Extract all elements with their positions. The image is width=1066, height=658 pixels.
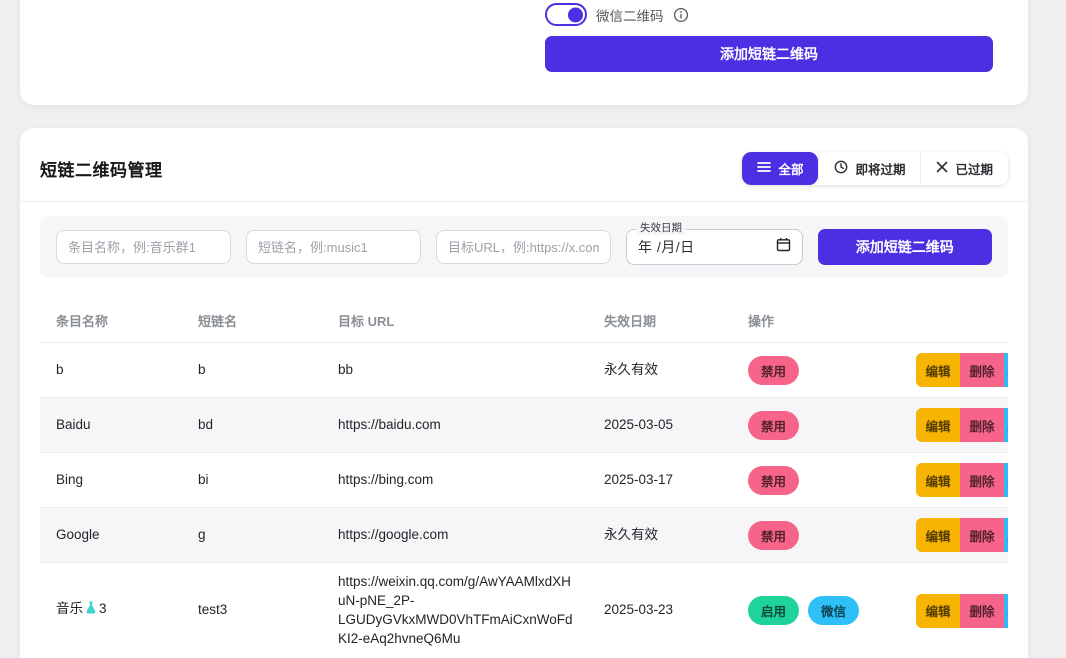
filter-tab-label: 已过期: [955, 159, 993, 178]
table-row: bbbb永久有效禁用编辑删除二维码: [40, 342, 1008, 397]
disable-button[interactable]: 禁用: [748, 411, 799, 440]
action-button-group: 编辑删除二维码: [916, 408, 1008, 442]
cell-status: 禁用: [732, 346, 900, 395]
add-shortlink-qr-button[interactable]: 添加短链二维码: [818, 229, 992, 265]
qr-table-body: bbbb永久有效禁用编辑删除二维码Baidubdhttps://baidu.co…: [40, 342, 1008, 658]
col-header-expiry: 失效日期: [588, 311, 732, 330]
action-button-group: 编辑删除二维码: [916, 353, 1008, 387]
clock-icon: [834, 160, 848, 177]
cell-actions: 编辑删除二维码: [900, 343, 1008, 397]
cell-status: 禁用: [732, 456, 900, 505]
filter-tab-label: 即将过期: [855, 159, 905, 178]
target-url-input[interactable]: [436, 230, 611, 264]
cell-shortlink-name: g: [182, 516, 322, 555]
qrcode-button[interactable]: 二维码: [1004, 408, 1008, 442]
info-icon[interactable]: [673, 7, 689, 23]
wechat-qr-toggle[interactable]: [545, 3, 587, 26]
edit-button[interactable]: 编辑: [916, 408, 960, 442]
x-icon: [936, 161, 948, 176]
col-header-name: 条目名称: [40, 311, 182, 330]
table-row: Googleghttps://google.com永久有效禁用 编辑删除二维码: [40, 507, 1008, 562]
expiry-date-label: 失效日期: [636, 222, 686, 235]
disable-button[interactable]: 禁用: [748, 466, 799, 495]
cell-entry-name: b: [40, 351, 182, 390]
delete-button[interactable]: 删除: [960, 518, 1004, 552]
cell-shortlink-name: test3: [182, 591, 322, 630]
disable-button[interactable]: 禁用: [748, 521, 799, 550]
wechat-toggle-row: 微信二维码: [545, 3, 689, 26]
filter-tab-label: 全部: [778, 159, 803, 178]
qrcode-button[interactable]: 二维码: [1004, 353, 1008, 387]
qrcode-button[interactable]: 二维码: [1004, 463, 1008, 497]
shortlink-name-input[interactable]: [246, 230, 421, 264]
cell-status: 启用微信: [732, 586, 900, 635]
delete-button[interactable]: 删除: [960, 408, 1004, 442]
filter-tab-expired[interactable]: 已过期: [920, 152, 1008, 185]
cell-shortlink-name: b: [182, 351, 322, 390]
col-header-url: 目标 URL: [322, 311, 588, 330]
wechat-qr-toggle-label: 微信二维码: [596, 5, 664, 25]
cell-expiry-date: 永久有效: [588, 351, 732, 390]
filter-tab-all[interactable]: 全部: [742, 152, 818, 185]
cell-status: 禁用: [732, 511, 900, 560]
cell-target-url: https://bing.com: [322, 461, 588, 500]
cell-entry-name: Bing: [40, 461, 182, 500]
cell-target-url: https://weixin.qq.com/g/AwYAAMlxdXHuN-pN…: [322, 563, 588, 658]
filter-tab-expiring[interactable]: 即将过期: [818, 152, 920, 185]
cell-expiry-date: 2025-03-17: [588, 461, 732, 500]
cell-shortlink-name: bd: [182, 406, 322, 445]
page-title: 短链二维码管理: [40, 156, 163, 181]
enable-button[interactable]: 启用: [748, 596, 799, 625]
expiry-date-value: 年 /月/日: [638, 237, 695, 257]
edit-button[interactable]: 编辑: [916, 518, 960, 552]
action-button-group: 编辑删除二维码: [916, 594, 1008, 628]
cell-entry-name: 音乐3: [40, 590, 182, 631]
edit-button[interactable]: 编辑: [916, 594, 960, 628]
qr-manager-card: 短链二维码管理 全部 即将过期 已过期 失效日期 年 /月/日 添加短链二维码: [20, 128, 1028, 658]
cell-target-url: https://baidu.com: [322, 406, 588, 445]
qrcode-button[interactable]: 二维码: [1004, 594, 1008, 628]
calendar-icon[interactable]: [776, 237, 791, 257]
col-header-actions: 操作: [732, 311, 900, 330]
action-button-group: 编辑删除二维码: [916, 518, 1008, 552]
qr-form-card: 微信二维码 添加短链二维码: [20, 0, 1028, 105]
delete-button[interactable]: 删除: [960, 463, 1004, 497]
filter-tab-group: 全部 即将过期 已过期: [742, 152, 1008, 185]
toggle-knob: [568, 7, 583, 22]
cell-shortlink-name: bi: [182, 461, 322, 500]
action-button-group: 编辑删除二维码: [916, 463, 1008, 497]
cell-entry-name: Google: [40, 516, 182, 555]
cell-actions: 编辑删除二维码: [900, 584, 1008, 638]
add-shortlink-qr-button-top[interactable]: 添加短链二维码: [545, 36, 993, 72]
qr-table: 条目名称 短链名 目标 URL 失效日期 操作 bbbb永久有效禁用编辑删除二维…: [40, 290, 1008, 658]
table-header-row: 条目名称 短链名 目标 URL 失效日期 操作: [40, 298, 1008, 342]
cell-status: 禁用: [732, 401, 900, 450]
add-entry-form: 失效日期 年 /月/日 添加短链二维码: [40, 216, 1008, 278]
qrcode-button[interactable]: 二维码: [1004, 518, 1008, 552]
cell-actions: 编辑删除二维码: [900, 398, 1008, 452]
cell-expiry-date: 2025-03-23: [588, 591, 732, 630]
delete-button[interactable]: 删除: [960, 594, 1004, 628]
list-icon: [757, 161, 771, 176]
cell-expiry-date: 2025-03-05: [588, 406, 732, 445]
cell-target-url: bb: [322, 351, 588, 390]
col-header-slug: 短链名: [182, 311, 322, 330]
delete-button[interactable]: 删除: [960, 353, 1004, 387]
table-row: Bingbihttps://bing.com2025-03-17 禁用 编辑删除二维…: [40, 452, 1008, 507]
cell-actions: 编辑删除二维码: [900, 508, 1008, 562]
cell-entry-name: Baidu: [40, 406, 182, 445]
cell-actions: 编辑删除二维码: [900, 453, 1008, 507]
cell-expiry-date: 永久有效: [588, 516, 732, 555]
edit-button[interactable]: 编辑: [916, 463, 960, 497]
expiry-date-input[interactable]: 失效日期 年 /月/日: [626, 229, 803, 265]
wechat-badge[interactable]: 微信: [808, 596, 859, 625]
cell-target-url: https://google.com: [322, 516, 588, 555]
entry-name-input[interactable]: [56, 230, 231, 264]
flask-emoji: [84, 600, 98, 621]
table-row: Baidubdhttps://baidu.com2025-03-05 禁用 编辑删除…: [40, 397, 1008, 452]
manager-header: 短链二维码管理 全部 即将过期 已过期: [20, 152, 1028, 202]
edit-button[interactable]: 编辑: [916, 353, 960, 387]
table-row: 音乐3test3https://weixin.qq.com/g/AwYAAMlx…: [40, 562, 1008, 658]
disable-button[interactable]: 禁用: [748, 356, 799, 385]
